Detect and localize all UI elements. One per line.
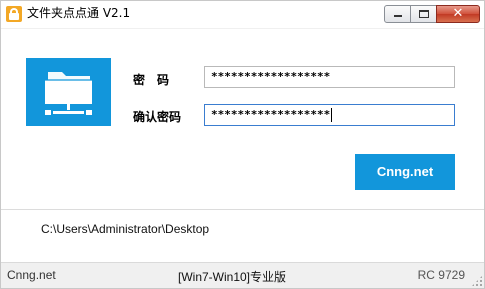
maximize-icon xyxy=(419,10,429,18)
status-bar: Cnng.net [Win7-Win10]专业版 RC 9729 xyxy=(0,262,485,289)
folder-path: C:\Users\Administrator\Desktop xyxy=(41,222,210,236)
status-website[interactable]: Cnng.net xyxy=(7,268,56,282)
text-caret xyxy=(331,108,333,122)
resize-grip[interactable] xyxy=(471,275,483,287)
network-folder-icon xyxy=(26,58,111,126)
password-label: 密 码 xyxy=(133,73,170,87)
maximize-button[interactable] xyxy=(410,5,437,23)
status-edition: [Win7-Win10]专业版 xyxy=(178,270,287,284)
title-bar: 文件夹点点通 V2.1 ✕ xyxy=(0,0,485,29)
minimize-button[interactable] xyxy=(384,5,411,23)
confirm-password-field[interactable]: ****************** xyxy=(204,104,455,126)
status-version: RC 9729 xyxy=(417,268,465,282)
main-panel: 密 码 ****************** 确认密码 ************… xyxy=(0,29,485,209)
confirm-password-label: 确认密码 xyxy=(133,110,182,124)
minimize-icon xyxy=(394,15,402,17)
close-button[interactable]: ✕ xyxy=(436,5,480,23)
cnng-button[interactable]: Cnng.net xyxy=(355,154,455,190)
window-title: 文件夹点点通 V2.1 xyxy=(27,6,131,20)
password-field[interactable]: ****************** xyxy=(204,66,455,88)
close-icon: ✕ xyxy=(452,6,464,21)
lock-icon xyxy=(6,6,22,22)
confirm-password-value: ****************** xyxy=(211,108,331,121)
path-area: C:\Users\Administrator\Desktop xyxy=(0,209,485,255)
password-value: ****************** xyxy=(211,70,331,83)
